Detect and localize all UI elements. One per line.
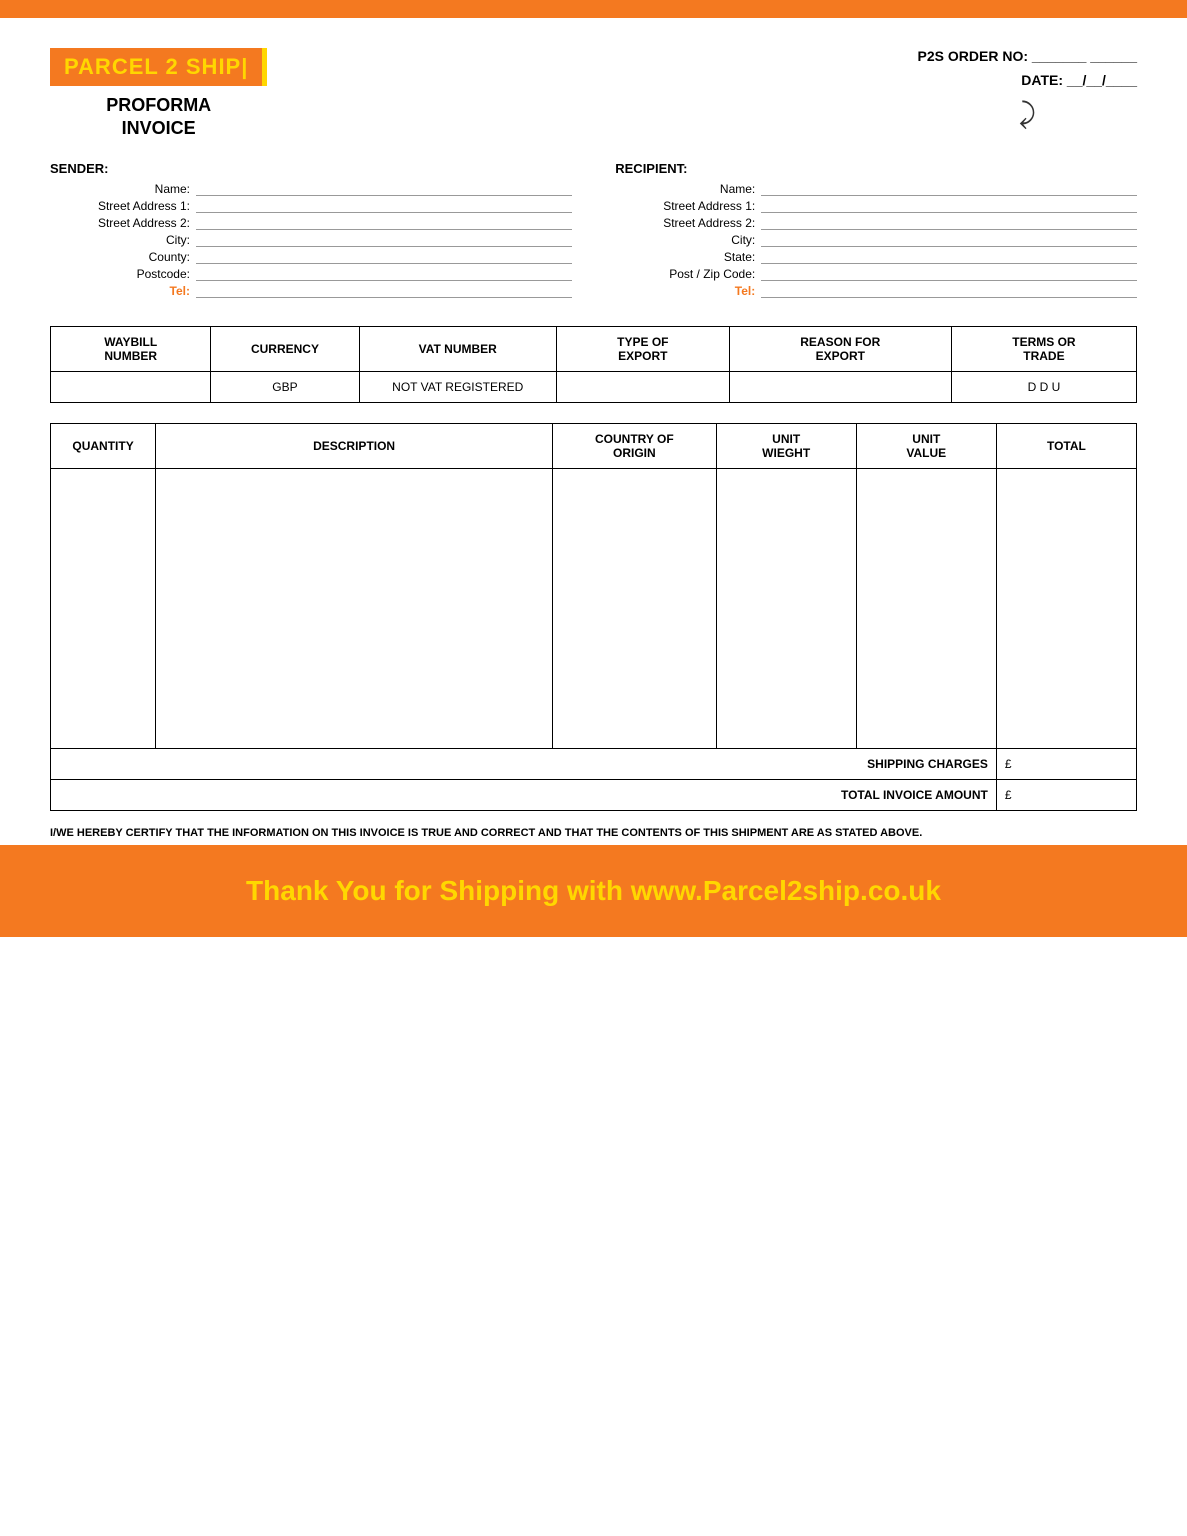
recipient-state-value	[761, 250, 1137, 264]
sender-city-label: City:	[50, 233, 190, 247]
recipient-block: RECIPIENT: Name: Street Address 1: Stree…	[615, 161, 1137, 301]
col-header-waybill: WAYBILLNUMBER	[51, 326, 211, 371]
recipient-street2-value	[761, 216, 1137, 230]
sender-name-value	[196, 182, 572, 196]
sender-county-label: County:	[50, 250, 190, 264]
sender-postcode-value	[196, 267, 572, 281]
recipient-street2-label: Street Address 2:	[615, 216, 755, 230]
bottom-banner: Thank You for Shipping with www.Parcel2s…	[0, 845, 1187, 937]
col-header-qty: QUANTITY	[51, 423, 156, 468]
items-country-cells	[553, 468, 716, 748]
header-area: PARCEL 2 SHIP| PROFORMA INVOICE P2S ORDE…	[50, 48, 1137, 141]
cell-waybill	[51, 371, 211, 402]
top-orange-bar	[0, 0, 1187, 18]
col-header-terms-trade: TERMS ORTRADE	[951, 326, 1136, 371]
recipient-city-value	[761, 233, 1137, 247]
sender-county-value	[196, 250, 572, 264]
cell-vat-number: NOT VAT REGISTERED	[359, 371, 556, 402]
col-header-reason-export: REASON FOREXPORT	[729, 326, 951, 371]
items-table: QUANTITY DESCRIPTION COUNTRY OFORIGIN UN…	[50, 423, 1137, 811]
recipient-tel-label: Tel:	[615, 284, 755, 298]
date-line: DATE: __/__/____	[918, 72, 1137, 88]
sender-street1-label: Street Address 1:	[50, 199, 190, 213]
items-qty-cells	[51, 468, 156, 748]
items-value-cells	[856, 468, 996, 748]
col-header-type-export: TYPE OFEXPORT	[556, 326, 729, 371]
signature-icon: ⤸	[918, 98, 1137, 131]
total-invoice-row: TOTAL INVOICE AMOUNT £	[51, 779, 1137, 810]
sender-city-value	[196, 233, 572, 247]
recipient-state-label: State:	[615, 250, 755, 264]
items-table-header-row: QUANTITY DESCRIPTION COUNTRY OFORIGIN UN…	[51, 423, 1137, 468]
shipping-charges-amount: £	[996, 748, 1136, 779]
cell-terms-trade: D D U	[951, 371, 1136, 402]
bottom-banner-wrapper: Thank You for Shipping with www.Parcel2s…	[0, 915, 1187, 937]
recipient-name-value	[761, 182, 1137, 196]
recipient-street1-value	[761, 199, 1137, 213]
cell-currency: GBP	[211, 371, 359, 402]
items-data-rows	[51, 468, 1137, 748]
sender-block: SENDER: Name: Street Address 1: Street A…	[50, 161, 572, 301]
logo-box: PARCEL 2 SHIP|	[50, 48, 267, 86]
items-total-cells	[996, 468, 1136, 748]
sender-name-label: Name:	[50, 182, 190, 196]
sender-name-row: Name:	[50, 182, 572, 196]
col-header-unit-value: UNITVALUE	[856, 423, 996, 468]
col-header-vat: VAT NUMBER	[359, 326, 556, 371]
recipient-name-label: Name:	[615, 182, 755, 196]
shipping-charges-label: SHIPPING CHARGES	[51, 748, 997, 779]
sender-street1-value	[196, 199, 572, 213]
address-section: SENDER: Name: Street Address 1: Street A…	[50, 161, 1137, 301]
logo-text: PARCEL 2 SHIP	[64, 54, 241, 79]
col-header-country: COUNTRY OFORIGIN	[553, 423, 716, 468]
logo-block: PARCEL 2 SHIP| PROFORMA INVOICE	[50, 48, 267, 141]
col-header-total: TOTAL	[996, 423, 1136, 468]
items-desc-cells	[156, 468, 553, 748]
sender-postcode-label: Postcode:	[50, 267, 190, 281]
bottom-banner-text: Thank You for Shipping with www.Parcel2s…	[20, 875, 1167, 907]
sender-tel-value	[196, 284, 572, 298]
shipping-charges-row: SHIPPING CHARGES £	[51, 748, 1137, 779]
sender-label: SENDER:	[50, 161, 572, 176]
recipient-zipcode-value	[761, 267, 1137, 281]
logo-cursor: |	[241, 54, 248, 79]
cell-type-export	[556, 371, 729, 402]
recipient-city-label: City:	[615, 233, 755, 247]
invoice-title: PROFORMA INVOICE	[106, 94, 211, 141]
order-block: P2S ORDER NO: _______ ______ DATE: __/__…	[918, 48, 1137, 131]
col-header-desc: DESCRIPTION	[156, 423, 553, 468]
order-no-line: P2S ORDER NO: _______ ______	[918, 48, 1137, 64]
sender-tel-label: Tel:	[50, 284, 190, 298]
info-table-row: GBP NOT VAT REGISTERED D D U	[51, 371, 1137, 402]
recipient-zipcode-label: Post / Zip Code:	[615, 267, 755, 281]
sender-street2-value	[196, 216, 572, 230]
total-invoice-amount: £	[996, 779, 1136, 810]
recipient-street1-label: Street Address 1:	[615, 199, 755, 213]
col-header-currency: CURRENCY	[211, 326, 359, 371]
cell-reason-export	[729, 371, 951, 402]
col-header-unit-weight: UNITWIEGHT	[716, 423, 856, 468]
sender-street2-label: Street Address 2:	[50, 216, 190, 230]
recipient-tel-value	[761, 284, 1137, 298]
certification-text: I/WE HEREBY CERTIFY THAT THE INFORMATION…	[50, 825, 1137, 842]
info-table: WAYBILLNUMBER CURRENCY VAT NUMBER TYPE O…	[50, 326, 1137, 403]
items-weight-cells	[716, 468, 856, 748]
recipient-label: RECIPIENT:	[615, 161, 1137, 176]
total-invoice-label: TOTAL INVOICE AMOUNT	[51, 779, 997, 810]
